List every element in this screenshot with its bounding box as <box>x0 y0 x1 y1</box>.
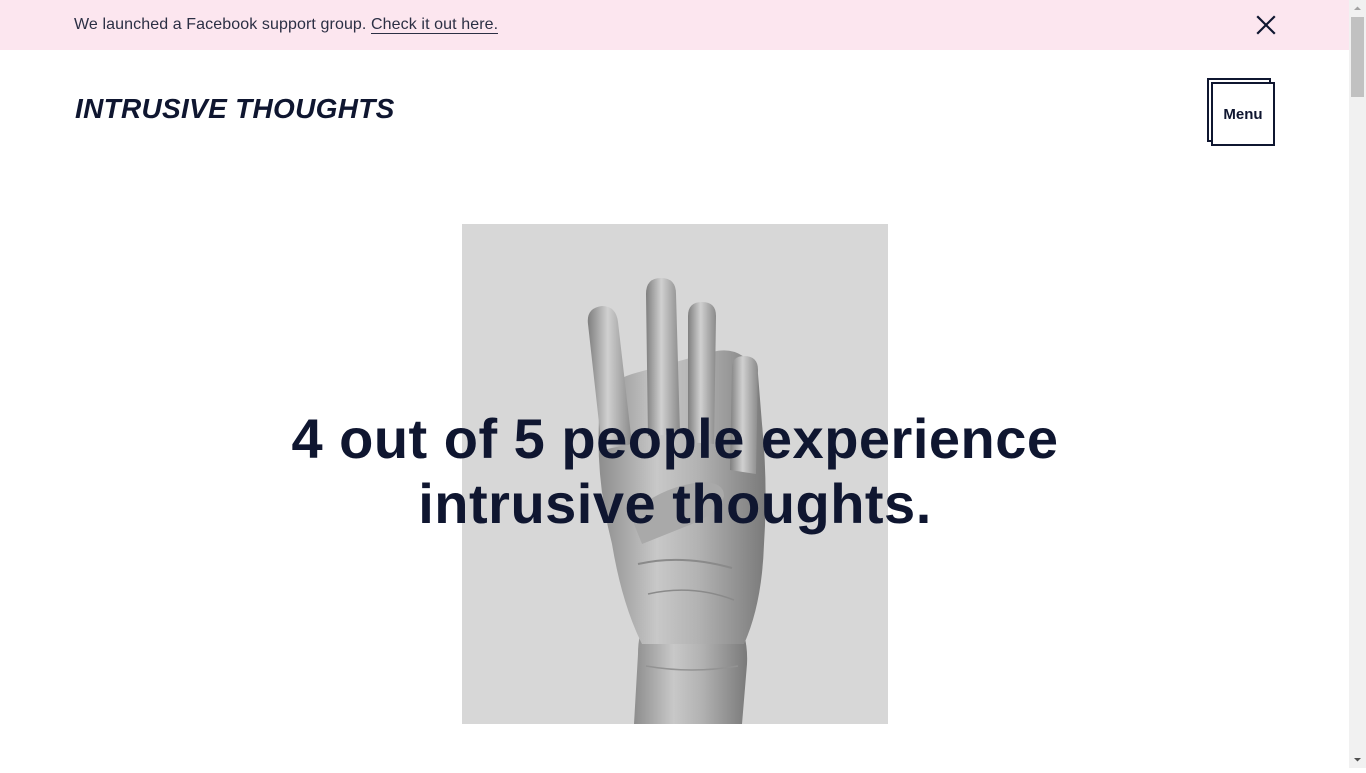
scroll-down-button[interactable] <box>1349 751 1366 768</box>
scrollbar-thumb[interactable] <box>1351 17 1364 97</box>
announcement-link[interactable]: Check it out here. <box>371 16 499 34</box>
hero-heading: 4 out of 5 people experience intrusive t… <box>291 407 1059 535</box>
announcement-message: We launched a Facebook support group. Ch… <box>74 15 499 35</box>
close-announcement-button[interactable] <box>1254 13 1278 37</box>
chevron-down-icon <box>1354 758 1361 762</box>
announcement-bar: We launched a Facebook support group. Ch… <box>0 0 1349 50</box>
site-logo[interactable]: INTRUSIVE THOUGHTS <box>75 92 395 126</box>
scroll-up-button[interactable] <box>1349 0 1366 17</box>
page-viewport: We launched a Facebook support group. Ch… <box>0 0 1349 768</box>
vertical-scrollbar[interactable] <box>1349 0 1366 768</box>
announcement-text: We launched a Facebook support group. <box>74 16 372 33</box>
menu-button[interactable]: Menu <box>1207 78 1275 146</box>
close-icon <box>1256 15 1276 35</box>
chevron-up-icon <box>1354 6 1361 10</box>
menu-button-label: Menu <box>1211 82 1275 146</box>
